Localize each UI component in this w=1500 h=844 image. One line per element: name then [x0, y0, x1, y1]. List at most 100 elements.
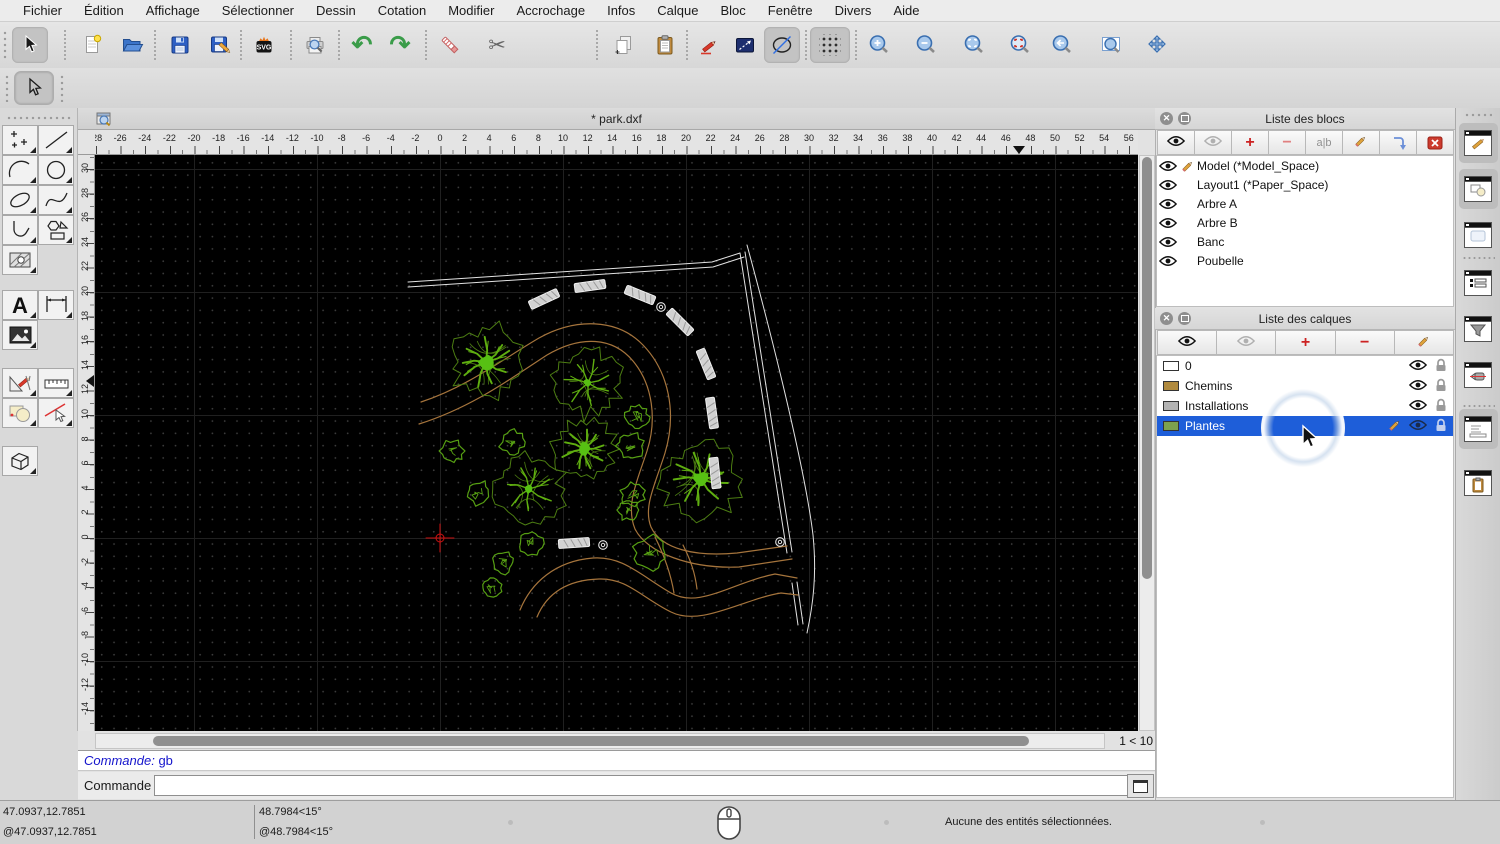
block-list-item[interactable]: Banc: [1157, 232, 1453, 251]
palette-drag-handle[interactable]: [6, 116, 72, 120]
print-preview-button[interactable]: [297, 27, 333, 63]
tool-line-button[interactable]: [38, 125, 74, 155]
paste-button[interactable]: [647, 27, 683, 63]
draft-mode-button[interactable]: [764, 27, 800, 63]
layer-visibility-icon[interactable]: [1408, 359, 1428, 374]
tool-spline-button[interactable]: [38, 185, 74, 215]
tool-measure-button[interactable]: [38, 368, 74, 398]
vertical-scrollbar[interactable]: [1139, 155, 1155, 731]
menu-dessin[interactable]: Dessin: [305, 3, 367, 18]
block-list-item[interactable]: Poubelle: [1157, 251, 1453, 270]
toolbar-drag-handle[interactable]: [60, 74, 64, 102]
tool-circle-button[interactable]: [38, 155, 74, 185]
vertical-scrollbar-thumb[interactable]: [1142, 157, 1152, 579]
new-file-button[interactable]: [75, 27, 111, 63]
layer-color-swatch[interactable]: [1163, 381, 1179, 391]
document-titlebar[interactable]: * park.dxf: [78, 108, 1155, 130]
tool-text-button[interactable]: A: [2, 290, 38, 320]
restriction-button[interactable]: [727, 27, 763, 63]
tool-points-button[interactable]: [2, 125, 38, 155]
eye-icon[interactable]: [1157, 236, 1179, 248]
zoom-pan-button[interactable]: [1139, 27, 1175, 63]
block-list-item[interactable]: Arbre B: [1157, 213, 1453, 232]
dock-pen-palette-toggle[interactable]: [1464, 362, 1492, 388]
menu-edition[interactable]: Édition: [73, 3, 135, 18]
insert-block-button[interactable]: [1379, 130, 1417, 155]
eye-icon[interactable]: [1157, 255, 1179, 267]
layer-row-chemins[interactable]: Chemins: [1157, 376, 1453, 396]
blocks-hide-all-button[interactable]: [1194, 130, 1232, 155]
save-as-button[interactable]: [202, 27, 238, 63]
layer-color-swatch[interactable]: [1163, 421, 1179, 431]
dock-widget-toggle[interactable]: [1464, 222, 1492, 248]
zoom-window-button[interactable]: [1093, 27, 1129, 63]
horizontal-scrollbar[interactable]: [95, 733, 1105, 749]
layer-visibility-icon[interactable]: [1408, 419, 1428, 434]
tool-drafttools-button[interactable]: [2, 368, 38, 398]
select-button[interactable]: [12, 27, 48, 63]
grid-toggle-button[interactable]: [810, 27, 850, 63]
menu-fichier[interactable]: Fichier: [12, 3, 73, 18]
copy-button[interactable]: [606, 27, 642, 63]
eye-icon[interactable]: [1157, 217, 1179, 229]
tool-ellipse-button[interactable]: [2, 185, 38, 215]
toolbar-drag-handle[interactable]: [5, 74, 9, 102]
layer-lock-icon[interactable]: [1435, 398, 1447, 415]
layers-panel-float-button[interactable]: [1178, 312, 1191, 325]
zoom-auto-button[interactable]: [956, 27, 992, 63]
command-input[interactable]: [154, 775, 1130, 796]
block-list-item[interactable]: Arbre A: [1157, 194, 1453, 213]
drawing-canvas[interactable]: [95, 155, 1138, 731]
open-file-button[interactable]: [114, 27, 150, 63]
blocks-panel-float-button[interactable]: [1178, 112, 1191, 125]
menu-affichage[interactable]: Affichage: [135, 3, 211, 18]
menu-bloc[interactable]: Bloc: [709, 3, 756, 18]
block-list-item[interactable]: Model (*Model_Space): [1157, 156, 1453, 175]
menu-fenetre[interactable]: Fenêtre: [757, 3, 824, 18]
tool-overlap-button[interactable]: [2, 398, 38, 428]
layers-panel-close-button[interactable]: ✕: [1160, 312, 1173, 325]
redo-button[interactable]: ↷: [382, 27, 418, 63]
tool-arc-button[interactable]: [2, 155, 38, 185]
layer-lock-icon[interactable]: [1435, 378, 1447, 395]
layer-color-swatch[interactable]: [1163, 361, 1179, 371]
edit-layer-button[interactable]: [1393, 330, 1455, 355]
dock-blocks-toggle[interactable]: [1464, 130, 1492, 156]
menu-accrochage[interactable]: Accrochage: [505, 3, 596, 18]
select-arrow-button[interactable]: [14, 71, 54, 105]
zoom-previous-button[interactable]: [1044, 27, 1080, 63]
menu-modifier[interactable]: Modifier: [437, 3, 505, 18]
layer-visibility-icon[interactable]: [1408, 399, 1428, 414]
toolbar-drag-handle[interactable]: [3, 30, 7, 60]
tool-selectentity-button[interactable]: [38, 398, 74, 428]
layers-hide-all-button[interactable]: [1216, 330, 1277, 355]
zoom-in-button[interactable]: [861, 27, 897, 63]
layer-row-0[interactable]: 0: [1157, 356, 1453, 376]
blocks-show-all-button[interactable]: [1157, 130, 1195, 155]
remove-layer-button[interactable]: −: [1334, 330, 1395, 355]
dock-clipboard-toggle[interactable]: [1464, 470, 1492, 496]
menu-selectionner[interactable]: Sélectionner: [211, 3, 305, 18]
tool-solid3d-button[interactable]: [2, 446, 38, 476]
delete-button[interactable]: [432, 27, 468, 63]
layer-visibility-icon[interactable]: [1408, 379, 1428, 394]
eye-icon[interactable]: [1157, 198, 1179, 210]
layer-row-installations[interactable]: Installations: [1157, 396, 1453, 416]
blocks-panel-close-button[interactable]: ✕: [1160, 112, 1173, 125]
layers-show-all-button[interactable]: [1157, 330, 1218, 355]
pen-button[interactable]: [691, 27, 727, 63]
add-layer-button[interactable]: +: [1275, 330, 1336, 355]
delete-block-button[interactable]: [1416, 130, 1454, 155]
command-options-button[interactable]: [1127, 774, 1154, 798]
tool-polyline-button[interactable]: [2, 215, 38, 245]
menu-divers[interactable]: Divers: [824, 3, 883, 18]
menu-calque[interactable]: Calque: [646, 3, 709, 18]
layer-row-plantes[interactable]: Plantes: [1157, 416, 1453, 436]
horizontal-scrollbar-thumb[interactable]: [153, 736, 1029, 746]
edit-block-button[interactable]: [1342, 130, 1380, 155]
dock-filter-toggle[interactable]: [1464, 316, 1492, 342]
eye-icon[interactable]: [1157, 179, 1179, 191]
block-list-item[interactable]: Layout1 (*Paper_Space): [1157, 175, 1453, 194]
layer-color-swatch[interactable]: [1163, 401, 1179, 411]
save-button[interactable]: [162, 27, 198, 63]
